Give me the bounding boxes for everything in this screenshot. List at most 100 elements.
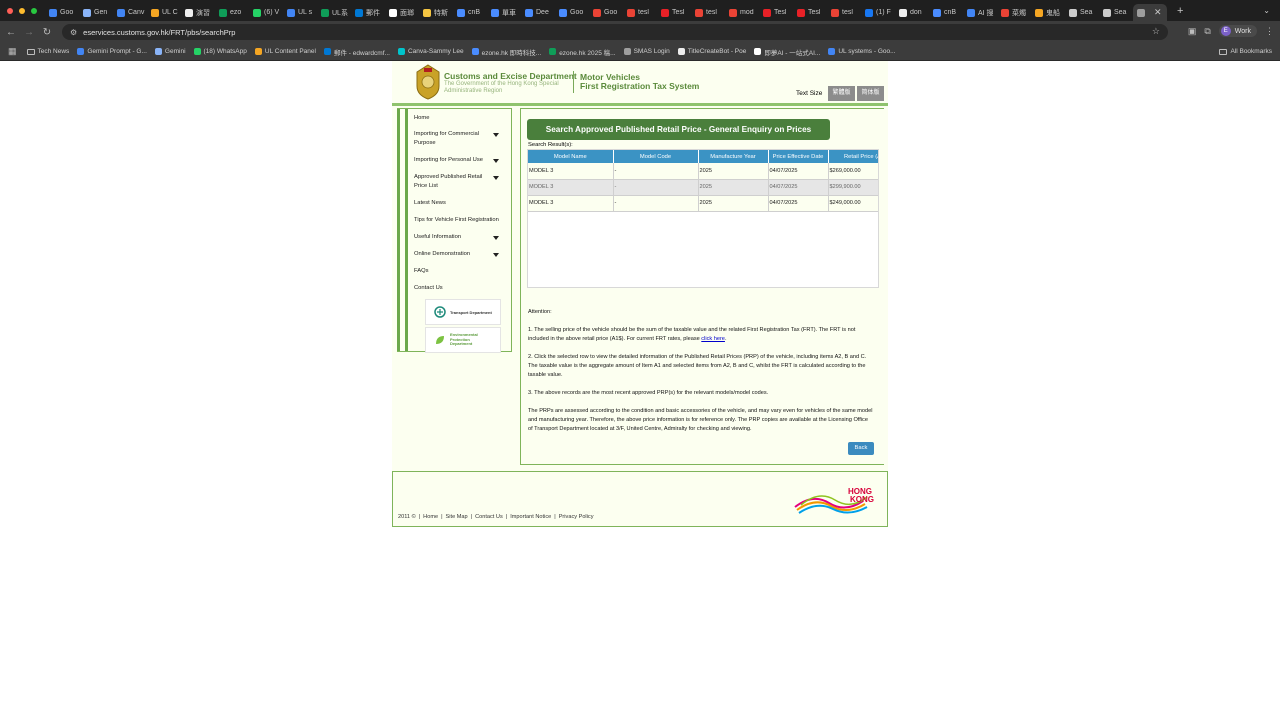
minimize-window-button[interactable] [19,7,25,14]
sidebar-item-importing-for-personal-use[interactable]: Importing for Personal Use [414,156,506,165]
browser-tab[interactable]: don [895,4,929,21]
bookmark-item[interactable]: ezone.hk 即時科技... [471,47,541,57]
browser-tab[interactable]: AI 搜 [963,4,997,21]
chevron-down-icon[interactable] [493,159,499,163]
bookmark-star-icon[interactable]: ☆ [1152,26,1160,37]
column-header[interactable]: Retail Price (A [828,150,878,163]
column-header[interactable]: Price Effective Date [768,150,829,163]
browser-tab[interactable]: tesl [827,4,861,21]
browser-tab[interactable]: (1) F [861,4,895,21]
tab-search-icon[interactable]: ⌄ [1263,6,1270,15]
browser-tab[interactable]: ezo [215,4,249,21]
chevron-down-icon[interactable] [493,236,499,240]
epd-link[interactable]: Environmental Protection Department [425,327,501,353]
browser-tab[interactable]: 特斯 [419,4,453,21]
table-row[interactable]: MODEL 3-2025 04/07/2025 $299,900.00 [528,179,878,196]
close-window-button[interactable] [7,7,13,14]
bookmark-item[interactable]: UL systems - Goo... [828,48,896,55]
browser-tab[interactable]: Goo [555,4,589,21]
bookmark-item[interactable]: TitleCreateBot - Poe [677,48,746,55]
menu-icon[interactable]: ⋮ [1265,26,1274,37]
sidebar-item-latest-news[interactable]: Latest News [414,199,506,208]
new-tab-button[interactable]: + [1177,5,1183,17]
browser-tab[interactable]: 菜燭 [997,4,1031,21]
bookmark-item[interactable]: Canva-Sammy Lee [397,48,464,55]
browser-tab[interactable]: 面瑯 [385,4,419,21]
bookmark-item[interactable]: UL Content Panel [254,48,316,55]
tabs: Goo Gen Canv UL C 演習 ezo (6) V UL s UL系 郵件 面瑯 特斯 cnB… [45,0,1167,21]
footer-link[interactable]: Important Notice [510,514,551,520]
footer-link[interactable]: Home [423,514,438,520]
chevron-down-icon[interactable] [493,133,499,137]
frt-rates-link[interactable]: click here [701,336,725,342]
browser-tab[interactable]: UL系 [317,4,351,21]
column-header[interactable]: Model Code [613,150,699,163]
bookmark-item[interactable]: 即夢AI - 一站式AI... [754,47,820,57]
sidebar-item-contact-us[interactable]: Contact Us [414,284,506,293]
profile-button[interactable]: E Work [1218,25,1257,37]
footer-link[interactable]: Privacy Policy [559,514,594,520]
browser-tab[interactable]: tesl [623,4,657,21]
all-bookmarks-button[interactable]: All Bookmarks [1219,48,1272,55]
bookmark-item[interactable]: SMAS Login [623,48,670,55]
bookmark-item[interactable]: 郵件 - edwardcmf... [323,47,390,57]
column-header[interactable]: Model Name [528,150,614,163]
browser-tab[interactable]: 單車 [487,4,521,21]
sidebar-item-approved-published-retail-price-list[interactable]: Approved Published Retail Price List [414,173,506,191]
browser-tab[interactable]: Sea [1065,4,1099,21]
browser-tab[interactable]: UL s [283,4,317,21]
browser-tab[interactable]: Canv [113,4,147,21]
browser-tab[interactable]: 演習 [181,4,215,21]
footer-link[interactable]: Contact Us [475,514,503,520]
browser-tab[interactable]: Goo [589,4,623,21]
browser-tab[interactable]: UL C [147,4,181,21]
browser-tab[interactable]: cnB [929,4,963,21]
browser-tab[interactable]: cnB [453,4,487,21]
forward-arrow-icon[interactable]: → [20,27,38,38]
browser-tab[interactable]: Tesl [657,4,691,21]
chevron-down-icon[interactable] [493,253,499,257]
browser-tab[interactable]: 鬼船 [1031,4,1065,21]
active-browser-tab[interactable]: ✕ [1133,4,1167,21]
browser-tab[interactable]: Tesl [759,4,793,21]
bookmark-item[interactable]: (18) WhatsApp [193,48,247,55]
sidebar-item-tips-for-vehicle-first-registration[interactable]: Tips for Vehicle First Registration [414,216,506,225]
bookmark-item[interactable]: Tech News [26,48,69,55]
traditional-chinese-button[interactable]: 繁體版 [828,86,855,101]
sidebar-item-faqs[interactable]: FAQs [414,267,506,276]
translate-icon[interactable]: ▣ [1188,26,1197,37]
back-arrow-icon[interactable]: ← [2,27,20,38]
address-bar[interactable]: ⚙ eservices.customs.gov.hk/FRT/pbs/searc… [62,24,1168,40]
site-info-icon[interactable]: ⚙ [70,28,77,37]
browser-tab[interactable]: tesl [691,4,725,21]
bookmark-item[interactable]: ezone.hk 2025 稿... [549,47,616,57]
simplified-chinese-button[interactable]: 简体版 [857,86,884,101]
browser-tab[interactable]: Sea [1099,4,1133,21]
browser-tab[interactable]: 郵件 [351,4,385,21]
maximize-window-button[interactable] [31,7,37,14]
browser-tab[interactable]: Gen [79,4,113,21]
chevron-down-icon[interactable] [493,176,499,180]
back-button[interactable]: Back [848,442,874,455]
footer-link[interactable]: Site Map [446,514,468,520]
extensions-icon[interactable]: ⧉ [1204,26,1210,37]
bookmark-item[interactable]: Gemini [154,48,186,55]
browser-tab[interactable]: (6) V [249,4,283,21]
sidebar-item-home[interactable]: Home [414,114,506,123]
table-row[interactable]: MODEL 3-2025 04/07/2025 $249,000.00 [528,195,878,212]
browser-tab[interactable]: Goo [45,4,79,21]
transport-department-link[interactable]: Transport Department [425,299,501,325]
results-table-container[interactable]: Model Name Model Code Manufacture Year Pric… [527,149,879,288]
column-header[interactable]: Manufacture Year [698,150,769,163]
browser-tab[interactable]: mod [725,4,759,21]
sidebar-item-online-demonstration[interactable]: Online Demonstration [414,250,506,259]
bookmark-item[interactable]: Gemini Prompt - G... [77,48,147,55]
close-tab-icon[interactable]: ✕ [1154,7,1162,18]
browser-tab[interactable]: Dee [521,4,555,21]
table-row[interactable]: MODEL 3-2025 04/07/2025 $269,000.00 [528,163,878,180]
browser-tab[interactable]: Tesl [793,4,827,21]
sidebar-item-useful-information[interactable]: Useful Information [414,233,506,242]
sidebar-item-importing-for-commercial-purpose[interactable]: Importing for Commercial Purpose [414,130,506,148]
apps-grid-icon[interactable]: ▦ [8,46,17,57]
reload-icon[interactable]: ↻ [38,27,56,38]
